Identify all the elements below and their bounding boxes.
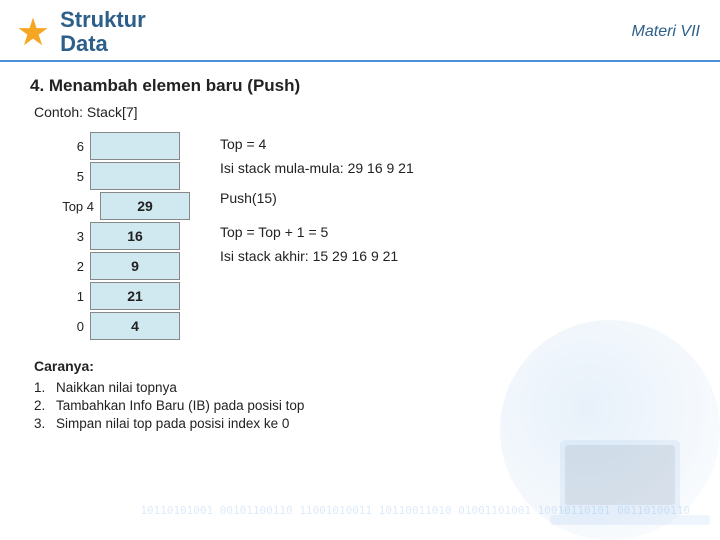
top-calc: Top = Top + 1 = 5 xyxy=(220,224,414,240)
list-text: Naikkan nilai topnya xyxy=(56,380,177,395)
row-index-label: 2 xyxy=(40,259,90,274)
caranya-list: 1. Naikkan nilai topnya 2. Tambahkan Info B… xyxy=(34,380,690,431)
title-line2: Data xyxy=(60,32,146,56)
stack-row: 5 xyxy=(40,162,190,190)
header-left: ★ Struktur Data xyxy=(16,8,146,56)
caranya-title: Caranya: xyxy=(34,358,690,374)
diagram-area: 65Top 4293162912104 Top = 4 Isi stack mu… xyxy=(40,132,690,342)
stack-row: 04 xyxy=(40,312,190,340)
stack-cell xyxy=(90,132,180,160)
stack-row: 316 xyxy=(40,222,190,250)
stack-row: 6 xyxy=(40,132,190,160)
stack-row: 29 xyxy=(40,252,190,280)
row-index-label: 6 xyxy=(40,139,90,154)
row-index-label: 1 xyxy=(40,289,90,304)
list-num: 1. xyxy=(34,380,50,395)
main-content: 4. Menambah elemen baru (Push) Contoh: S… xyxy=(0,62,720,444)
list-item: 2. Tambahkan Info Baru (IB) pada posisi t… xyxy=(34,398,690,413)
row-index-label: 5 xyxy=(40,169,90,184)
push-label: Push(15) xyxy=(220,190,414,206)
list-item: 1. Naikkan nilai topnya xyxy=(34,380,690,395)
contoh-label: Contoh: Stack[7] xyxy=(34,104,690,120)
star-icon: ★ xyxy=(16,14,50,52)
stack-row: Top 429 xyxy=(40,192,190,220)
title-line1: Struktur xyxy=(60,8,146,32)
stack-cell: 29 xyxy=(100,192,190,220)
bg-laptop-decoration xyxy=(550,430,710,530)
materi-label: Materi VII xyxy=(632,23,700,41)
caranya-section: Caranya: 1. Naikkan nilai topnya 2. Tambahk… xyxy=(34,358,690,431)
stack-cell xyxy=(90,162,180,190)
section-title: 4. Menambah elemen baru (Push) xyxy=(30,76,690,96)
stack-cell: 21 xyxy=(90,282,180,310)
top-eq: Top = 4 xyxy=(220,136,414,152)
stack-cell: 4 xyxy=(90,312,180,340)
header-title: Struktur Data xyxy=(60,8,146,56)
stack-table: 65Top 4293162912104 xyxy=(40,132,190,342)
header: ★ Struktur Data Materi VII xyxy=(0,0,720,62)
row-index-label: 3 xyxy=(40,229,90,244)
bg-binary-decoration: 10110101001 00101100110 11001010011 1011… xyxy=(140,502,690,520)
info-panel: Top = 4 Isi stack mula-mula: 29 16 9 21 … xyxy=(220,132,414,264)
list-num: 2. xyxy=(34,398,50,413)
isi-stack-akhir: Isi stack akhir: 15 29 16 9 21 xyxy=(220,248,414,264)
list-text: Tambahkan Info Baru (IB) pada posisi top xyxy=(56,398,304,413)
list-item: 3. Simpan nilai top pada posisi index ke … xyxy=(34,416,690,431)
row-index-label: Top 4 xyxy=(40,199,100,214)
row-index-label: 0 xyxy=(40,319,90,334)
stack-cell: 16 xyxy=(90,222,180,250)
stack-row: 121 xyxy=(40,282,190,310)
stack-cell: 9 xyxy=(90,252,180,280)
list-num: 3. xyxy=(34,416,50,431)
list-text: Simpan nilai top pada posisi index ke 0 xyxy=(56,416,289,431)
isi-stack-mula: Isi stack mula-mula: 29 16 9 21 xyxy=(220,160,414,176)
